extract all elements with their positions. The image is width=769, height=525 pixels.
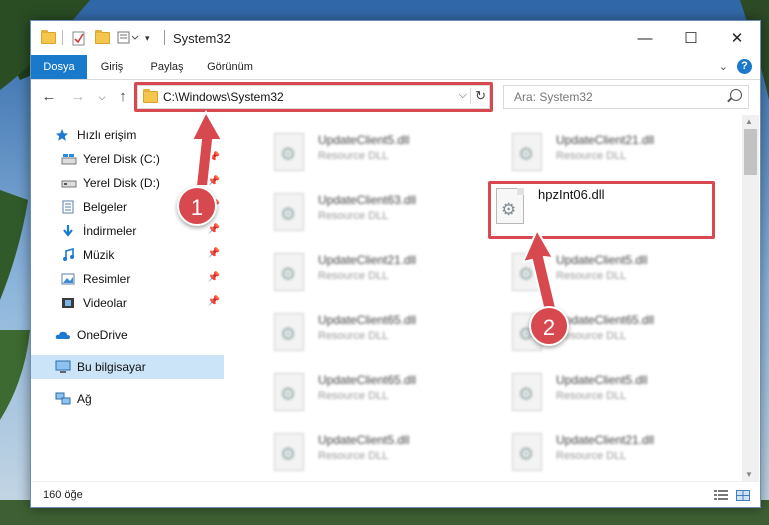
tab-file[interactable]: Dosya	[31, 55, 87, 79]
dll-file-icon	[512, 133, 542, 171]
sidebar-item-label: Müzik	[83, 248, 115, 262]
list-item[interactable]: UpdateClient21.dllResource DLL	[486, 423, 716, 479]
sidebar-item-this-pc[interactable]: Bu bilgisayar	[31, 355, 224, 379]
sidebar-item-label: Yerel Disk (D:)	[83, 176, 160, 190]
sidebar-item-label: Resimler	[83, 272, 131, 286]
sidebar-item-label: Yerel Disk (C:)	[83, 152, 160, 166]
videos-icon	[61, 296, 75, 310]
dll-file-icon	[274, 433, 304, 471]
back-arrow-icon[interactable]: ←	[40, 88, 58, 106]
download-icon	[61, 224, 75, 238]
cloud-icon	[55, 328, 70, 342]
file-highlight-box	[488, 181, 715, 239]
list-item[interactable]: UpdateClient65.dllResource DLL	[248, 363, 478, 419]
sidebar-item-quick-access[interactable]: Hızlı erişim	[31, 123, 224, 147]
list-item[interactable]: UpdateClient65.dllResource DLL	[248, 303, 478, 359]
dll-file-icon	[274, 373, 304, 411]
dll-file-icon	[274, 253, 304, 291]
step-2-badge: 2	[529, 306, 569, 346]
vertical-scrollbar[interactable]: ▲ ▼	[742, 115, 759, 481]
dll-file-icon	[512, 253, 542, 291]
item-count: 160 öğe	[43, 489, 83, 501]
forward-arrow-icon[interactable]: →	[69, 88, 87, 106]
help-icon[interactable]: ?	[737, 59, 752, 74]
window-title: System32	[173, 31, 231, 46]
dll-file-icon	[512, 433, 542, 471]
sidebar-item-music[interactable]: Müzik 📌	[31, 243, 224, 267]
sidebar-item-label: Hızlı erişim	[77, 128, 137, 142]
dll-file-icon	[512, 373, 542, 411]
file-list: UpdateClient5.dllResource DLL UpdateClie…	[228, 115, 742, 481]
recent-locations-chevron-icon[interactable]: ⌵	[93, 88, 111, 106]
pin-icon[interactable]: 📌	[208, 176, 220, 187]
ribbon-tabs: Dosya Giriş Paylaş Görünüm ⌄ ?	[31, 55, 760, 80]
navigation-bar: ← → ⌵ ↑ C:\Windows\System32 ⌵ ↻	[31, 79, 760, 115]
search-input[interactable]	[512, 89, 716, 105]
pin-icon[interactable]: 📌	[208, 224, 220, 235]
customize-toolbar-icon[interactable]	[117, 30, 143, 46]
sidebar-item-onedrive[interactable]: OneDrive	[31, 323, 224, 347]
list-item[interactable]: UpdateClient5.dllResource DLL	[486, 243, 716, 299]
status-bar: 160 öğe	[31, 481, 760, 508]
list-item[interactable]: UpdateClient63.dllResource DLL	[248, 183, 478, 239]
drive-icon	[61, 152, 77, 166]
pictures-icon	[61, 272, 75, 286]
drive-icon	[61, 176, 77, 190]
pin-icon[interactable]: 📌	[208, 296, 220, 307]
list-item[interactable]: UpdateClient21.dllResource DLL	[248, 243, 478, 299]
sidebar-item-label: Videolar	[83, 296, 127, 310]
minimize-button[interactable]: —	[622, 21, 668, 55]
maximize-button[interactable]: ☐	[668, 21, 714, 55]
details-view-icon[interactable]	[714, 490, 728, 501]
list-item[interactable]: UpdateClient5.dllResource DLL	[486, 363, 716, 419]
address-highlight-box	[134, 82, 493, 112]
computer-icon	[55, 360, 71, 374]
sidebar-item-network[interactable]: Ağ	[31, 387, 224, 411]
list-item[interactable]: UpdateClient5.dllResource DLL	[248, 423, 478, 479]
quick-access-dropdown-icon[interactable]: ▾	[145, 30, 150, 46]
list-item[interactable]: UpdateClient5.dllResource DLL	[248, 123, 478, 179]
pin-icon[interactable]: 📌	[208, 272, 220, 283]
dll-file-icon	[274, 193, 304, 231]
navigation-pane: Hızlı erişim Yerel Disk (C:) 📌 Yerel Dis…	[31, 115, 227, 481]
sidebar-item-pictures[interactable]: Resimler 📌	[31, 267, 224, 291]
sidebar-item-videos[interactable]: Videolar 📌	[31, 291, 224, 315]
tab-home[interactable]: Giriş	[91, 55, 133, 79]
music-icon	[61, 247, 75, 262]
properties-icon[interactable]	[72, 30, 86, 46]
search-icon[interactable]	[730, 89, 742, 101]
sidebar-item-label: Belgeler	[83, 200, 128, 214]
list-item[interactable]: UpdateClient65.dllResource DLL	[486, 303, 716, 359]
sidebar-item-label: İndirmeler	[83, 224, 137, 238]
folder-icon	[41, 30, 56, 46]
step-1-badge: 1	[177, 186, 217, 226]
tab-view[interactable]: Görünüm	[199, 55, 261, 79]
dll-file-icon	[274, 313, 304, 351]
sidebar-item-label: Ağ	[77, 392, 92, 406]
pin-icon[interactable]: 📌	[208, 248, 220, 259]
sidebar-item-label: OneDrive	[77, 328, 128, 342]
sidebar-item-label: Bu bilgisayar	[77, 360, 146, 374]
list-item[interactable]: UpdateClient21.dllResource DLL	[486, 123, 716, 179]
network-icon	[55, 392, 71, 406]
scroll-up-icon[interactable]: ▲	[745, 117, 753, 126]
sidebar-item-local-disk-c[interactable]: Yerel Disk (C:) 📌	[31, 147, 224, 171]
tab-share[interactable]: Paylaş	[143, 55, 191, 79]
file-explorer-window: ▾ System32 — ☐ ✕ Dosya Giriş Paylaş Görü…	[30, 20, 761, 508]
star-icon	[55, 128, 69, 142]
scroll-down-icon[interactable]: ▼	[745, 470, 753, 479]
up-arrow-icon[interactable]: ↑	[114, 88, 132, 106]
scrollbar-thumb[interactable]	[744, 129, 757, 175]
large-icons-view-icon[interactable]	[736, 490, 750, 501]
search-box[interactable]	[503, 85, 749, 109]
pin-icon[interactable]: 📌	[208, 152, 220, 163]
close-button[interactable]: ✕	[714, 21, 760, 55]
dll-file-icon	[274, 133, 304, 171]
documents-icon	[61, 200, 75, 214]
expand-ribbon-icon[interactable]: ⌄	[719, 60, 728, 73]
title-bar: ▾ System32 — ☐ ✕	[31, 21, 760, 55]
new-folder-icon[interactable]	[95, 30, 110, 46]
